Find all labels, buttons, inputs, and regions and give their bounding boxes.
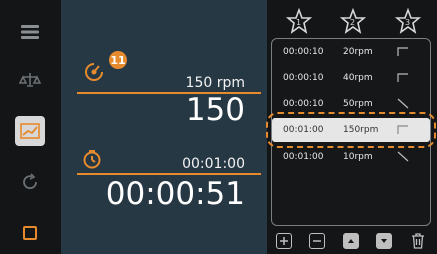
speed-alert-badge: 11 xyxy=(109,51,127,69)
program-row[interactable]: 00:00:10 20rpm xyxy=(272,44,432,60)
timer-divider xyxy=(77,173,261,175)
balance-button[interactable] xyxy=(15,65,45,95)
step-curve-icon xyxy=(397,47,408,56)
row-time: 00:00:10 xyxy=(283,99,324,109)
speed-alert-count: 11 xyxy=(110,53,126,67)
menu-button[interactable] xyxy=(15,17,45,47)
row-rpm: 10rpm xyxy=(343,152,373,162)
program-row[interactable]: 00:00:10 50rpm xyxy=(272,96,432,112)
row-time: 00:01:00 xyxy=(283,125,324,135)
row-time: 00:00:10 xyxy=(283,73,324,83)
preset-1-button[interactable]: 1 xyxy=(285,7,313,36)
rotate-button[interactable] xyxy=(15,167,45,197)
arrow-up-icon xyxy=(348,239,354,243)
preset-2-label: 2 xyxy=(350,18,356,27)
main-panel: 11 150 rpm 150 00:01:00 00:00:51 xyxy=(61,0,267,254)
speed-icon xyxy=(85,63,103,81)
program-panel: 1 2 3 00:00:10 20rpm 00:00:10 40rpm 00:0… xyxy=(266,0,437,254)
chart-button[interactable] xyxy=(15,116,45,146)
timer-setpoint[interactable]: 00:01:00 xyxy=(182,156,245,172)
menu-icon xyxy=(21,25,39,39)
row-time: 00:01:00 xyxy=(283,152,324,162)
delete-button[interactable] xyxy=(410,232,426,250)
stop-icon xyxy=(23,226,37,240)
row-rpm: 50rpm xyxy=(343,99,373,109)
ramp-down-curve-icon xyxy=(397,151,409,162)
step-curve-icon xyxy=(397,73,408,82)
speed-setpoint[interactable]: 150 rpm xyxy=(186,75,245,91)
row-rpm: 40rpm xyxy=(343,73,373,83)
program-list: 00:00:10 20rpm 00:00:10 40rpm 00:00:10 5… xyxy=(266,38,436,226)
row-time: 00:00:10 xyxy=(283,47,324,57)
timer-icon xyxy=(83,150,101,169)
sidebar xyxy=(0,0,61,254)
arrow-down-icon xyxy=(381,239,387,243)
move-down-button[interactable] xyxy=(376,233,392,249)
preset-2-button[interactable]: 2 xyxy=(339,7,367,36)
preset-3-button[interactable]: 3 xyxy=(394,7,422,36)
trash-icon xyxy=(412,233,424,249)
preset-1-label: 1 xyxy=(296,18,302,27)
program-row-selected[interactable]: 00:01:00 150rpm xyxy=(266,112,436,148)
ramp-down-curve-icon xyxy=(397,98,409,109)
remove-step-button[interactable] xyxy=(309,233,325,249)
chart-icon xyxy=(20,123,40,139)
preset-3-label: 3 xyxy=(405,18,411,27)
stop-button[interactable] xyxy=(15,218,45,248)
step-curve-icon xyxy=(397,125,408,134)
rotate-icon xyxy=(23,173,37,190)
program-row[interactable]: 00:01:00 10rpm xyxy=(272,149,432,165)
row-rpm: 20rpm xyxy=(343,47,373,57)
program-row[interactable]: 00:00:10 40rpm xyxy=(272,70,432,86)
balance-icon xyxy=(19,73,41,87)
minus-icon xyxy=(313,240,321,242)
timer-current: 00:00:51 xyxy=(105,176,245,212)
move-up-button[interactable] xyxy=(343,233,359,249)
row-rpm: 150rpm xyxy=(343,125,379,135)
add-step-button[interactable] xyxy=(276,233,292,249)
speed-current: 150 xyxy=(185,92,245,128)
plus-icon xyxy=(280,237,288,245)
